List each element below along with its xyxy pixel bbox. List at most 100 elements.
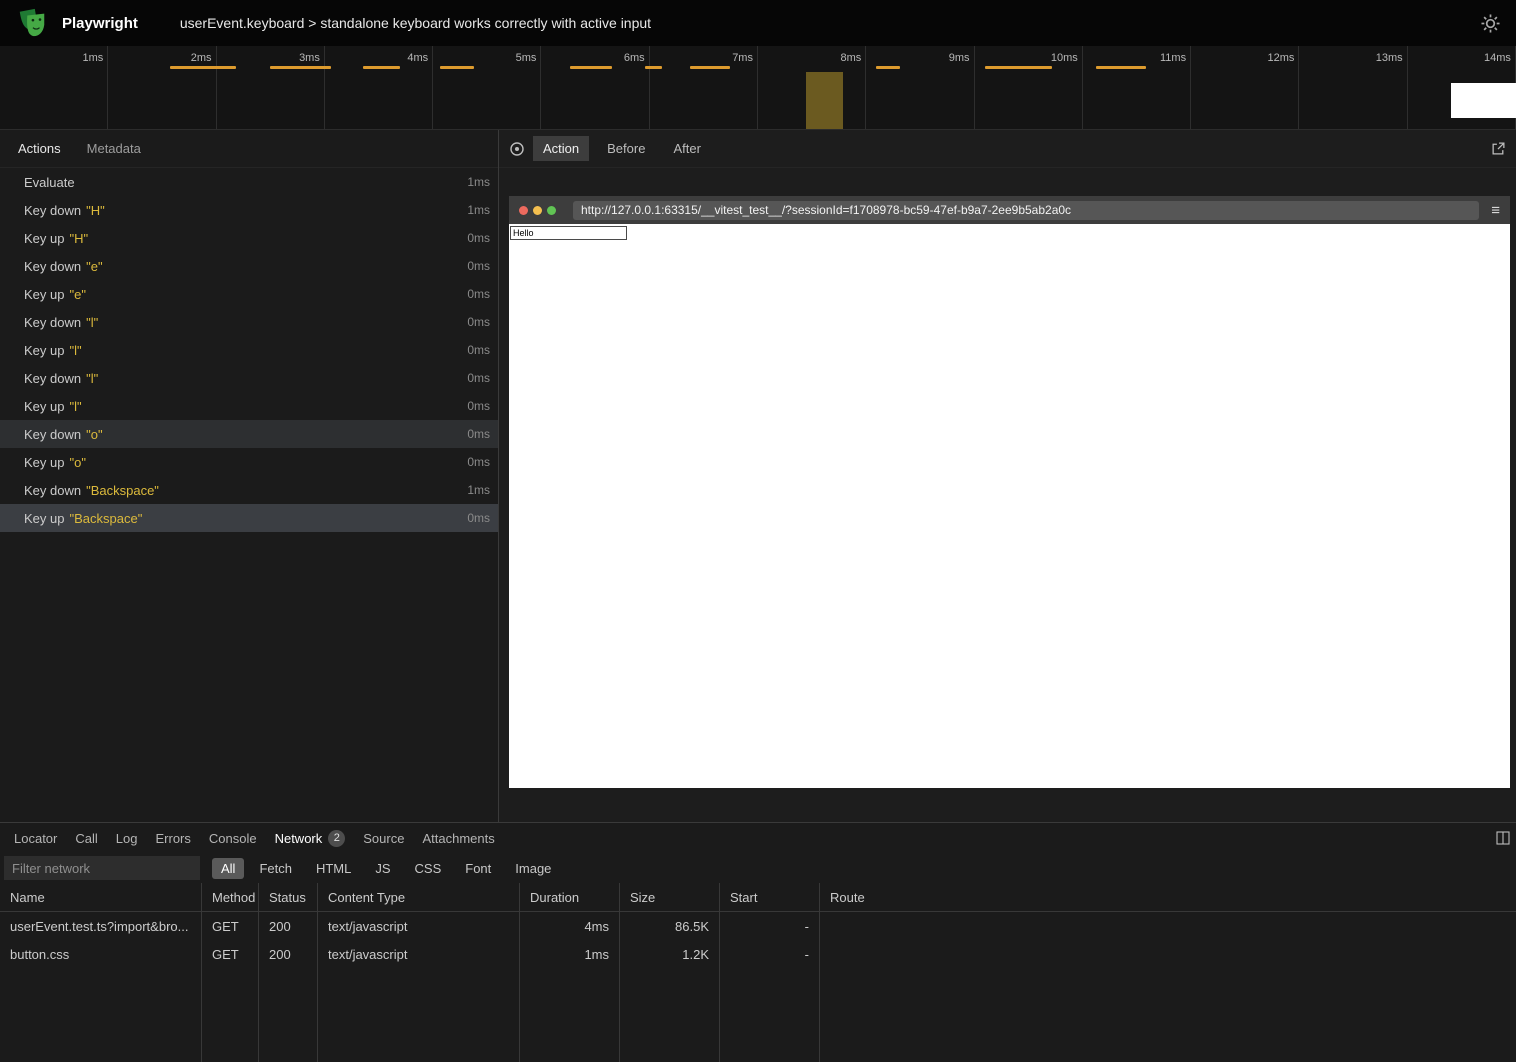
action-key-value: "e" (69, 287, 85, 302)
bottom-tab-console[interactable]: Console (201, 827, 265, 850)
timeline-action-marker[interactable] (690, 66, 730, 69)
action-row[interactable]: Key down"H"1ms (0, 196, 498, 224)
header: Playwright userEvent.keyboard > standalo… (0, 0, 1516, 46)
action-row[interactable]: Key down"Backspace"1ms (0, 476, 498, 504)
network-cell[interactable]: 1ms (520, 940, 620, 968)
network-cell[interactable]: 4ms (520, 912, 620, 940)
timeline-action-marker[interactable] (440, 66, 474, 69)
action-title: Key up (24, 511, 64, 526)
toggle-panel-layout-button[interactable] (1496, 831, 1510, 845)
filter-chip-html[interactable]: HTML (307, 858, 360, 879)
settings-button[interactable] (1481, 14, 1500, 33)
action-row[interactable]: Key up"H"0ms (0, 224, 498, 252)
action-duration: 1ms (467, 483, 490, 497)
tab-action[interactable]: Action (533, 136, 589, 161)
playwright-logo-icon (16, 7, 48, 39)
action-title: Key down (24, 483, 81, 498)
network-filler-cell (820, 968, 1516, 1062)
timeline-selection[interactable] (806, 72, 843, 129)
network-cell[interactable]: - (720, 912, 820, 940)
tab-metadata[interactable]: Metadata (77, 137, 151, 160)
network-cell[interactable]: GET (202, 940, 259, 968)
filter-chip-js[interactable]: JS (366, 858, 399, 879)
timeline-action-marker[interactable] (363, 66, 400, 69)
snapshot-panel: Action Before After (499, 130, 1516, 822)
bottom-tabs: LocatorCallLogErrorsConsoleNetwork2Sourc… (6, 826, 503, 851)
action-key-value: "e" (86, 259, 102, 274)
network-cell[interactable]: 86.5K (620, 912, 720, 940)
hamburger-icon: ≡ (1491, 203, 1500, 218)
bottom-tab-label: Attachments (422, 831, 494, 846)
network-cell[interactable]: - (720, 940, 820, 968)
action-row[interactable]: Key down"l"0ms (0, 308, 498, 336)
filter-chip-all[interactable]: All (212, 858, 244, 879)
timeline-action-marker[interactable] (270, 66, 331, 69)
action-row[interactable]: Evaluate1ms (0, 168, 498, 196)
action-row[interactable]: Key down"l"0ms (0, 364, 498, 392)
pick-locator-button[interactable] (509, 141, 525, 157)
timeline[interactable]: 1ms2ms3ms4ms5ms6ms7ms8ms9ms10ms11ms12ms1… (0, 46, 1516, 130)
browser-chrome-bar: http://127.0.0.1:63315/__vitest_test__/?… (509, 196, 1510, 224)
bottom-tab-network[interactable]: Network2 (267, 826, 354, 851)
action-key-value: "l" (86, 371, 98, 386)
network-cell[interactable]: 200 (259, 940, 318, 968)
action-row[interactable]: Key up"o"0ms (0, 448, 498, 476)
network-filter-chips: All Fetch HTML JS CSSFont Image (212, 858, 560, 879)
action-duration: 0ms (467, 231, 490, 245)
action-key-value: "o" (86, 427, 102, 442)
page-text-input[interactable] (510, 226, 627, 240)
address-bar: http://127.0.0.1:63315/__vitest_test__/?… (573, 201, 1479, 220)
network-filler-cell (720, 968, 820, 1062)
browser-window: http://127.0.0.1:63315/__vitest_test__/?… (509, 196, 1510, 788)
action-row[interactable]: Key down "e" 0ms (0, 252, 498, 280)
filter-chip-css[interactable]: CSS (406, 858, 451, 879)
test-title: userEvent.keyboard > standalone keyboard… (180, 15, 651, 31)
action-duration: 0ms (467, 287, 490, 301)
network-cell[interactable] (820, 912, 1516, 940)
network-cell[interactable]: 1.2K (620, 940, 720, 968)
network-filler-cell (259, 968, 318, 1062)
network-filter-input[interactable] (4, 856, 200, 880)
network-cell[interactable]: 200 (259, 912, 318, 940)
bottom-tab-source[interactable]: Source (355, 827, 412, 850)
action-row[interactable]: Key up"Backspace"0ms (0, 504, 498, 532)
action-key-value: "H" (86, 203, 105, 218)
bottom-tab-errors[interactable]: Errors (147, 827, 198, 850)
bottom-tab-log[interactable]: Log (108, 827, 146, 850)
network-column-header: Start (720, 883, 820, 912)
network-cell[interactable]: button.css (0, 940, 202, 968)
action-title: Key down (24, 259, 81, 274)
filter-chip-image[interactable]: Image (506, 858, 560, 879)
action-duration: 0ms (467, 259, 490, 273)
network-cell[interactable]: text/javascript (318, 912, 520, 940)
filter-chip-font[interactable]: Font (456, 858, 500, 879)
bottom-tab-call[interactable]: Call (67, 827, 105, 850)
network-cell[interactable] (820, 940, 1516, 968)
timeline-action-marker[interactable] (876, 66, 900, 69)
network-cell[interactable]: GET (202, 912, 259, 940)
network-cell[interactable]: text/javascript (318, 940, 520, 968)
tab-after[interactable]: After (663, 136, 710, 161)
bottom-tab-locator[interactable]: Locator (6, 827, 65, 850)
action-row[interactable]: Key up"e"0ms (0, 280, 498, 308)
trace-viewer: Playwright userEvent.keyboard > standalo… (0, 0, 1516, 1062)
timeline-action-marker[interactable] (645, 66, 662, 69)
traffic-light-yellow-icon (533, 206, 542, 215)
bottom-tab-attachments[interactable]: Attachments (414, 827, 502, 850)
filter-chip-fetch[interactable]: Fetch (250, 858, 301, 879)
timeline-action-marker[interactable] (570, 66, 612, 69)
network-cell[interactable]: userEvent.test.ts?import&bro... (0, 912, 202, 940)
action-row[interactable]: Key up"l"0ms (0, 392, 498, 420)
network-filler-cell (620, 968, 720, 1062)
action-row[interactable]: Key up"l"0ms (0, 336, 498, 364)
tab-before[interactable]: Before (597, 136, 655, 161)
open-snapshot-external-button[interactable] (1491, 141, 1506, 156)
timeline-overlay (0, 46, 1516, 129)
traffic-light-green-icon (547, 206, 556, 215)
action-row[interactable]: Key down"o"0ms (0, 420, 498, 448)
timeline-action-marker[interactable] (985, 66, 1052, 69)
tab-actions[interactable]: Actions (8, 137, 71, 160)
action-title: Key up (24, 455, 64, 470)
timeline-action-marker[interactable] (1096, 66, 1146, 69)
timeline-action-marker[interactable] (170, 66, 236, 69)
